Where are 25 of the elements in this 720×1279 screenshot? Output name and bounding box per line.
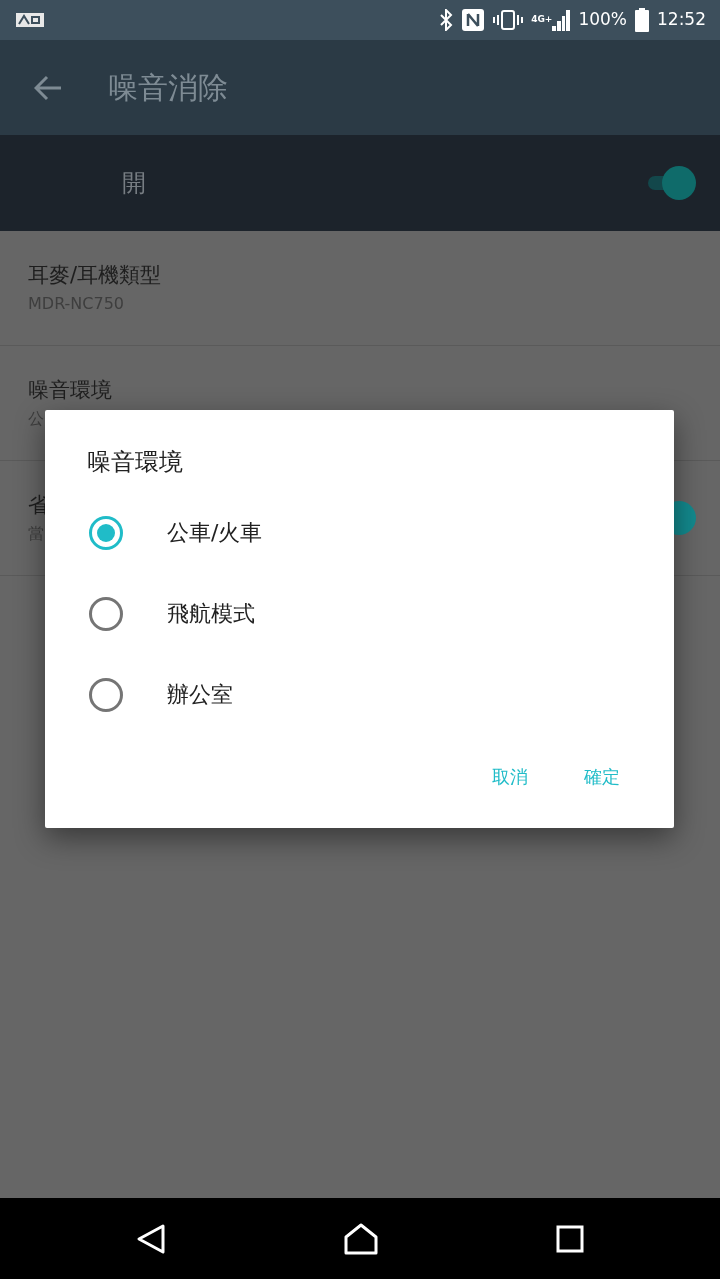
bluetooth-icon	[439, 9, 454, 31]
clock-time: 12:52	[657, 8, 706, 32]
signal-icon	[552, 9, 571, 31]
dialog-button[interactable]: 取消	[476, 755, 544, 798]
option-label: 公車/火車	[167, 519, 263, 547]
radio-button[interactable]	[89, 677, 123, 712]
vibrate-icon	[493, 9, 524, 31]
master-switch-label: 開	[122, 168, 146, 199]
setting-title: 耳麥/耳機類型	[28, 262, 162, 290]
radio-button[interactable]	[89, 515, 123, 550]
dialog-button[interactable]: 確定	[568, 755, 636, 798]
nfc-icon	[461, 8, 486, 32]
screen-title: 噪音消除	[108, 69, 228, 107]
recents-icon[interactable]	[555, 1224, 584, 1253]
radio-button[interactable]	[89, 596, 123, 631]
option-label: 飛航模式	[167, 600, 255, 628]
battery-percentage: 100%	[578, 8, 627, 32]
dialog-title: 噪音環境	[87, 447, 184, 478]
app-notification-icon	[16, 12, 44, 28]
battery-icon	[635, 8, 649, 32]
back-icon[interactable]	[136, 1222, 167, 1255]
option-label: 辦公室	[167, 681, 233, 709]
setting-title: 噪音環境	[28, 377, 112, 405]
home-icon[interactable]	[343, 1221, 379, 1256]
network-type-label: 4G+	[531, 15, 553, 25]
